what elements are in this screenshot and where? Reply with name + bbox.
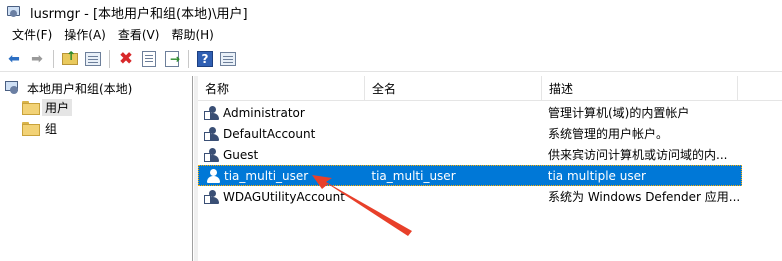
properties-icon <box>142 50 156 67</box>
user-name: tia_multi_user <box>224 168 309 183</box>
up-one-level-button[interactable] <box>60 49 80 69</box>
user-name: DefaultAccount <box>223 126 316 141</box>
user-icon <box>204 189 220 205</box>
user-row-tia-multi-user[interactable]: tia_multi_user tia_multi_user tia multip… <box>198 165 742 186</box>
properties-button[interactable] <box>139 49 159 69</box>
folder-icon <box>22 101 40 115</box>
menu-file[interactable]: 文件(F) <box>6 26 58 43</box>
user-name: WDAGUtilityAccount <box>223 189 345 204</box>
user-icon <box>204 105 220 121</box>
menu-help[interactable]: 帮助(H) <box>165 26 219 43</box>
column-header-name[interactable]: 名称 <box>198 76 365 101</box>
forward-button[interactable]: ➡ <box>27 49 47 69</box>
user-row-guest[interactable]: Guest 供来宾访问计算机或访问域的内... <box>198 144 742 165</box>
user-icon <box>205 168 221 184</box>
folder-icon <box>22 122 40 136</box>
user-row-defaultaccount[interactable]: DefaultAccount 系统管理的用户帐户。 <box>198 123 742 144</box>
show-hide-tree-icon <box>85 51 101 66</box>
tree-node-groups[interactable]: 组 <box>22 119 60 137</box>
export-list-icon <box>165 50 180 67</box>
menu-view[interactable]: 查看(V) <box>112 26 166 43</box>
user-description: 管理计算机(域)的内置帐户 <box>548 106 690 120</box>
user-description: 系统为 Windows Defender 应用... <box>548 190 741 204</box>
toolbar-separator <box>188 49 189 68</box>
console-tree: 本地用户和组(本地) 用户 组 <box>0 76 193 261</box>
show-action-pane-icon <box>220 51 236 66</box>
user-name: Administrator <box>223 105 305 120</box>
tree-root-node[interactable]: 本地用户和组(本地) <box>4 79 135 97</box>
user-icon <box>204 147 220 163</box>
user-description: 供来宾访问计算机或访问域的内... <box>548 148 728 162</box>
toolbar: ⬅ ➡ ✖ ? <box>0 46 782 72</box>
list-header: 名称 全名 描述 <box>198 76 782 101</box>
back-arrow-icon: ⬅ <box>8 50 20 67</box>
user-description: 系统管理的用户帐户。 <box>548 127 669 141</box>
up-folder-icon <box>62 49 78 65</box>
tree-node-groups-label: 组 <box>45 121 58 136</box>
help-icon: ? <box>197 50 213 67</box>
forward-arrow-icon: ➡ <box>31 50 43 67</box>
toolbar-separator <box>109 49 110 68</box>
help-button[interactable]: ? <box>195 49 215 69</box>
user-description: tia multiple user <box>547 168 646 183</box>
user-row-wdagutilityaccount[interactable]: WDAGUtilityAccount 系统为 Windows Defender … <box>198 186 742 207</box>
user-row-administrator[interactable]: Administrator 管理计算机(域)的内置帐户 <box>198 102 742 123</box>
user-icon <box>204 126 220 142</box>
delete-icon: ✖ <box>118 48 134 69</box>
show-action-pane-button[interactable] <box>218 49 238 69</box>
title-bar: lusrmgr - [本地用户和组(本地)\用户] <box>0 0 782 24</box>
tree-node-users-label: 用户 <box>42 98 73 116</box>
show-hide-tree-button[interactable] <box>83 49 103 69</box>
export-list-button[interactable] <box>162 49 182 69</box>
column-header-filler <box>738 76 782 101</box>
tree-root-label: 本地用户和组(本地) <box>27 81 133 96</box>
local-users-groups-icon <box>4 80 20 96</box>
tree-node-users[interactable]: 用户 <box>22 98 73 116</box>
toolbar-separator <box>53 49 54 68</box>
column-header-fullname[interactable]: 全名 <box>365 76 542 101</box>
window-title: lusrmgr - [本地用户和组(本地)\用户] <box>30 6 248 22</box>
delete-button[interactable]: ✖ <box>116 49 136 69</box>
user-fullname: tia_multi_user <box>371 168 456 183</box>
menu-action[interactable]: 操作(A) <box>58 26 112 43</box>
user-list: 名称 全名 描述 Administrator 管理计算机(域)的内置帐户 Def… <box>198 76 782 261</box>
user-name: Guest <box>223 147 259 162</box>
menu-bar: 文件(F) 操作(A) 查看(V) 帮助(H) <box>0 24 782 44</box>
back-button[interactable]: ⬅ <box>4 49 24 69</box>
column-header-description[interactable]: 描述 <box>542 76 738 101</box>
lusrmgr-app-icon <box>6 4 22 20</box>
